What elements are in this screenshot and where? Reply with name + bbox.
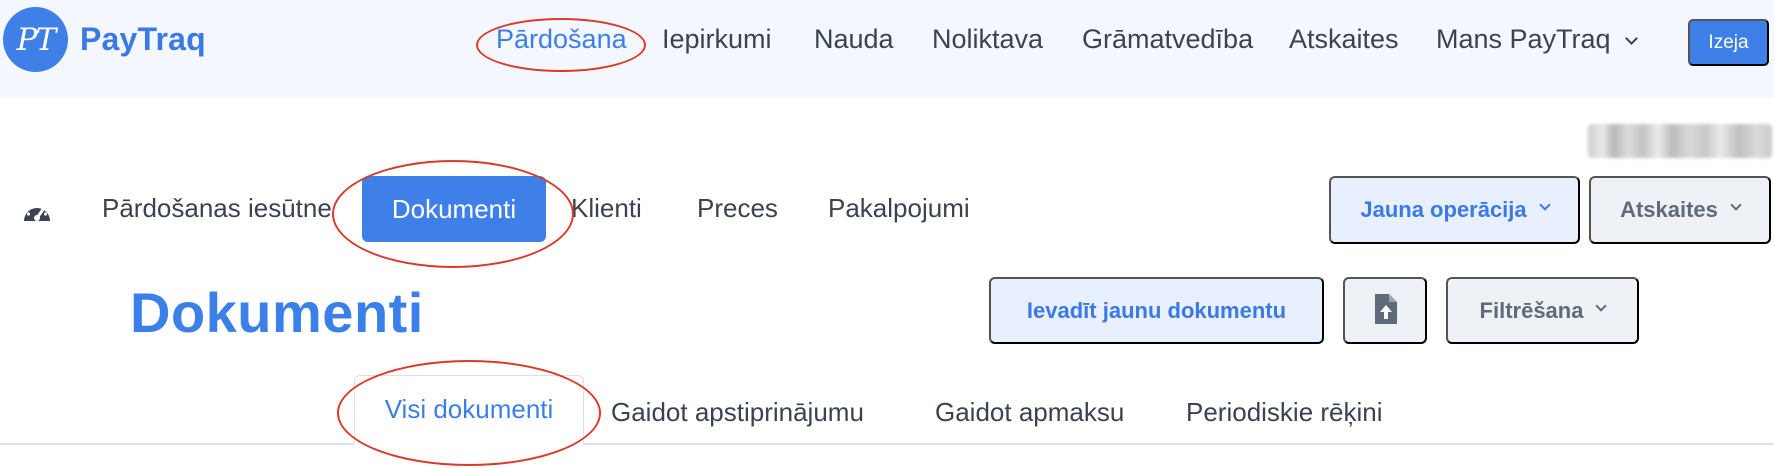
tab-gaidot-apstiprinajumu[interactable]: Gaidot apstiprinājumu bbox=[611, 397, 864, 428]
topnav-iepirkumi[interactable]: Iepirkumi bbox=[662, 24, 772, 55]
topnav-nauda[interactable]: Nauda bbox=[814, 24, 894, 55]
topnav-mans-paytraq[interactable]: Mans PayTraq bbox=[1436, 24, 1638, 55]
logo-mark: PT bbox=[3, 7, 68, 72]
subnav-pakalpojumi[interactable]: Pakalpojumi bbox=[828, 193, 970, 224]
chevron-down-icon bbox=[1595, 299, 1608, 312]
reports-label: Atskaites bbox=[1620, 197, 1718, 222]
exit-button[interactable]: Izeja bbox=[1688, 19, 1769, 66]
new-operation-button[interactable]: Jauna operācija bbox=[1329, 176, 1580, 244]
file-upload-icon bbox=[1373, 294, 1397, 327]
reports-button[interactable]: Atskaites bbox=[1589, 176, 1771, 244]
page-title: Dokumenti bbox=[130, 281, 424, 344]
upload-document-button[interactable] bbox=[1343, 277, 1427, 344]
logo-wordmark: PayTraq bbox=[80, 21, 206, 57]
tab-periodiskie-rekini[interactable]: Periodiskie rēķini bbox=[1186, 397, 1383, 428]
subnav-dokumenti[interactable]: Dokumenti bbox=[362, 176, 546, 242]
topnav-noliktava[interactable]: Noliktava bbox=[932, 24, 1043, 55]
tabs-divider bbox=[0, 443, 1774, 445]
filter-label: Filtrēšana bbox=[1479, 297, 1584, 323]
subnav-klienti[interactable]: Klienti bbox=[571, 193, 642, 224]
subnav-pardosanas-iesutne[interactable]: Pārdošanas iesūtne bbox=[102, 193, 332, 224]
speedometer-icon[interactable] bbox=[20, 194, 54, 228]
topnav-atskaites[interactable]: Atskaites bbox=[1289, 24, 1399, 55]
blurred-account-info bbox=[1588, 124, 1772, 158]
tab-visi-dokumenti[interactable]: Visi dokumenti bbox=[354, 375, 584, 445]
chevron-down-icon bbox=[1538, 199, 1551, 211]
topnav-mans-paytraq-label: Mans PayTraq bbox=[1436, 24, 1611, 54]
tab-gaidot-apmaksu[interactable]: Gaidot apmaksu bbox=[935, 397, 1124, 428]
filter-button[interactable]: Filtrēšana bbox=[1446, 277, 1639, 344]
topnav-gramatvediba[interactable]: Grāmatvedība bbox=[1082, 24, 1253, 55]
chevron-down-icon bbox=[1730, 199, 1742, 211]
paytraq-logo[interactable]: PT PayTraq bbox=[3, 7, 206, 72]
subnav-preces[interactable]: Preces bbox=[697, 193, 778, 224]
top-navigation-bar: PT PayTraq Pārdošana Iepirkumi Nauda Nol… bbox=[0, 0, 1774, 98]
topnav-pardosana[interactable]: Pārdošana bbox=[496, 24, 627, 55]
chevron-down-icon bbox=[1624, 32, 1638, 45]
logo-monogram: PT bbox=[16, 21, 57, 58]
new-document-button[interactable]: Ievadīt jaunu dokumentu bbox=[989, 277, 1324, 344]
new-operation-label: Jauna operācija bbox=[1360, 197, 1527, 222]
